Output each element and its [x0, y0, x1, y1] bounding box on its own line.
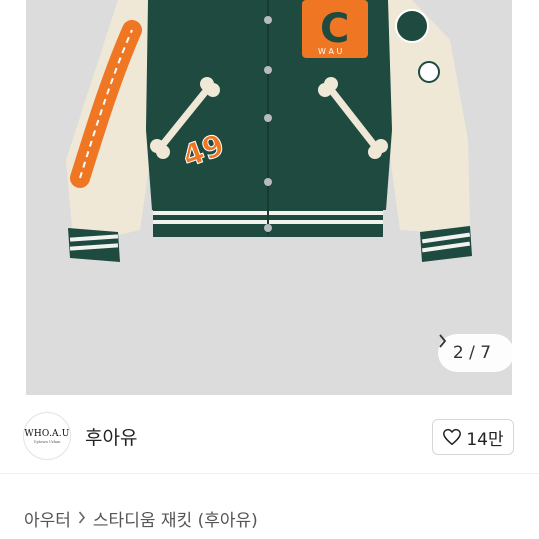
left-sleeve — [66, 0, 156, 235]
snap-button — [264, 16, 272, 24]
sleeve-emblem-patch — [395, 9, 429, 43]
sleeve-badge-patch — [418, 61, 440, 83]
like-count: 14만 — [466, 429, 504, 450]
chevron-right-icon — [78, 510, 86, 528]
snap-button — [264, 224, 272, 232]
like-button[interactable]: 14만 — [432, 419, 514, 455]
brand-logo-subtext: Uptown Urban — [33, 439, 61, 444]
snap-button — [264, 178, 272, 186]
snap-button — [264, 66, 272, 74]
svg-text:C: C — [320, 6, 349, 52]
breadcrumb-product[interactable]: 스타디움 재킷 (후아유) — [93, 506, 258, 531]
image-counter-text: 2 / 7 — [452, 343, 492, 363]
brand-logo-text: WHO.A.U — [24, 428, 70, 439]
brand-logo[interactable]: WHO.A.U Uptown Urban — [23, 412, 71, 460]
snap-button — [264, 114, 272, 122]
heart-icon — [443, 428, 462, 446]
svg-text:W A U: W A U — [318, 47, 342, 56]
brand-name[interactable]: 후아유 — [85, 423, 137, 450]
product-image-carousel[interactable]: 49 C W A U 2 / 7 — [0, 0, 539, 395]
breadcrumb: 아우터 스타디움 재킷 (후아유) — [24, 506, 258, 531]
breadcrumb-category[interactable]: 아우터 — [24, 506, 71, 531]
image-counter[interactable]: 2 / 7 — [438, 334, 514, 372]
